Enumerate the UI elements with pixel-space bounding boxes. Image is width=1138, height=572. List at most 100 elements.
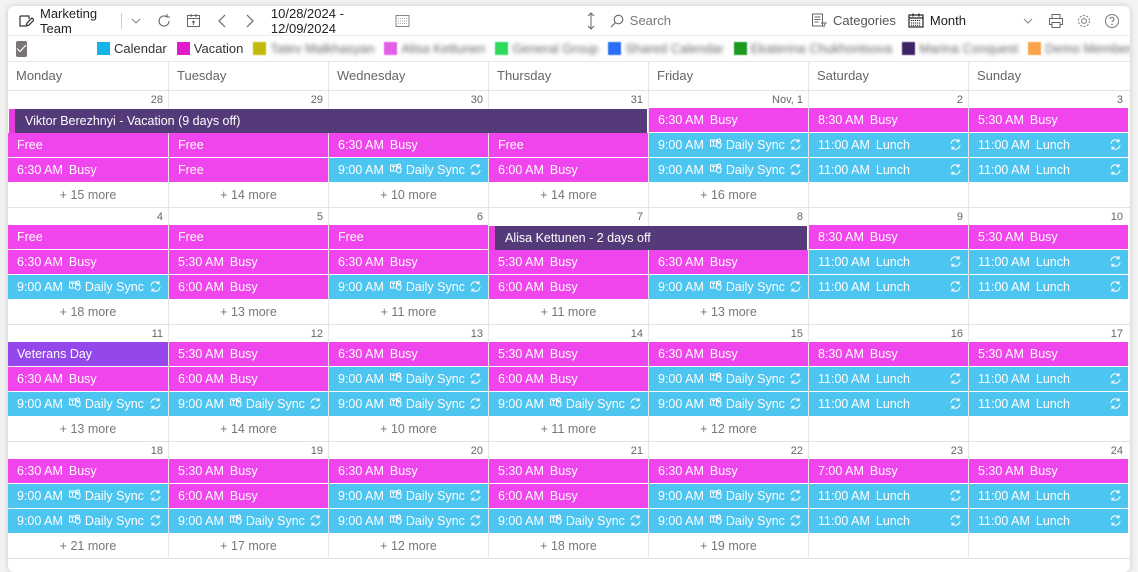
busy-event[interactable]: 6:00 AM Busy xyxy=(489,158,648,182)
day-cell[interactable]: 18 6:30 AM Busy 9:00 AM Daily Sync 9:00 AM Dai… xyxy=(8,442,168,558)
day-cell[interactable]: 2 8:30 AM Busy 11:00 AM Lunch 11:00 AM Lunch xyxy=(808,91,968,207)
more-events-link[interactable]: + 14 more xyxy=(489,183,648,207)
busy-event[interactable]: 6:30 AM Busy xyxy=(329,133,488,157)
busy-event[interactable]: 6:00 AM Busy xyxy=(489,484,648,508)
meeting-event[interactable]: 11:00 AM Lunch xyxy=(809,509,968,533)
legend-item[interactable]: Tatev Malkhasyan xyxy=(253,41,374,56)
busy-event[interactable]: 6:30 AM Busy xyxy=(329,342,488,366)
meeting-event[interactable]: 11:00 AM Lunch xyxy=(809,367,968,391)
meeting-event[interactable]: 11:00 AM Lunch xyxy=(969,484,1128,508)
meeting-event[interactable]: 9:00 AM Daily Sync xyxy=(649,392,808,416)
busy-event[interactable]: 6:30 AM Busy xyxy=(329,459,488,483)
busy-event[interactable]: 7:00 AM Busy xyxy=(809,459,968,483)
chevron-down-icon[interactable] xyxy=(130,15,142,27)
more-events-link[interactable]: + 14 more xyxy=(169,417,328,441)
next-icon[interactable] xyxy=(245,14,255,28)
legend-item[interactable]: Marina Conquest xyxy=(902,41,1018,56)
busy-event[interactable]: 6:30 AM Busy xyxy=(649,342,808,366)
legend-item[interactable]: Demo Members xyxy=(1028,41,1130,56)
meeting-event[interactable]: 11:00 AM Lunch xyxy=(809,158,968,182)
select-all-checkbox[interactable] xyxy=(16,40,27,57)
more-events-link[interactable]: + 13 more xyxy=(8,417,168,441)
legend-item[interactable]: Ekaterina Chukhontsova xyxy=(733,41,892,56)
busy-event[interactable]: 5:30 AM Busy xyxy=(969,342,1128,366)
busy-event[interactable]: 6:00 AM Busy xyxy=(169,275,328,299)
more-events-link[interactable]: + 18 more xyxy=(8,300,168,324)
meeting-event[interactable]: 9:00 AM Daily Sync xyxy=(489,392,648,416)
more-events-link[interactable]: + 13 more xyxy=(649,300,808,324)
busy-event[interactable]: 6:30 AM Busy xyxy=(8,459,168,483)
meeting-event[interactable]: 9:00 AM Daily Sync xyxy=(649,275,808,299)
more-events-link[interactable]: + 21 more xyxy=(8,534,168,558)
meeting-event[interactable]: 9:00 AM Daily Sync xyxy=(329,484,488,508)
busy-event[interactable]: 5:30 AM Busy xyxy=(489,459,648,483)
meeting-event[interactable]: 9:00 AM Daily Sync xyxy=(649,158,808,182)
busy-event[interactable]: 6:00 AM Busy xyxy=(489,275,648,299)
busy-event[interactable]: 6:30 AM Busy xyxy=(329,250,488,274)
more-events-link[interactable]: + 10 more xyxy=(329,417,488,441)
day-cell[interactable]: 22 6:30 AM Busy 9:00 AM Daily Sync 9:00 AM Dai… xyxy=(648,442,808,558)
meeting-event[interactable]: 9:00 AM Daily Sync xyxy=(8,484,168,508)
more-events-link[interactable]: + 13 more xyxy=(169,300,328,324)
busy-event[interactable]: Free xyxy=(169,225,328,249)
meeting-event[interactable]: 9:00 AM Daily Sync xyxy=(329,509,488,533)
busy-event[interactable]: 5:30 AM Busy xyxy=(169,459,328,483)
meeting-event[interactable]: 9:00 AM Daily Sync xyxy=(489,509,648,533)
busy-event[interactable]: 6:30 AM Busy xyxy=(649,459,808,483)
more-events-link[interactable]: + 14 more xyxy=(169,183,328,207)
day-cell[interactable]: 20 6:30 AM Busy 9:00 AM Daily Sync 9:00 AM Dai… xyxy=(328,442,488,558)
meeting-event[interactable]: 11:00 AM Lunch xyxy=(969,392,1128,416)
expand-vertical-icon[interactable] xyxy=(586,11,596,30)
meeting-event[interactable]: 9:00 AM Daily Sync xyxy=(8,509,168,533)
legend-item[interactable]: Alisa Kettunen xyxy=(384,41,485,56)
more-events-link[interactable]: + 18 more xyxy=(489,534,648,558)
more-events-link[interactable]: + 12 more xyxy=(329,534,488,558)
more-events-link[interactable]: + 12 more xyxy=(649,417,808,441)
team-selector[interactable]: Marketing Team xyxy=(18,6,113,36)
date-range[interactable]: 10/28/2024 - 12/09/2024 xyxy=(271,6,389,36)
busy-event[interactable]: 5:30 AM Busy xyxy=(969,108,1128,132)
meeting-event[interactable]: 9:00 AM Daily Sync xyxy=(649,367,808,391)
more-events-link[interactable]: + 10 more xyxy=(329,183,488,207)
refresh-icon[interactable] xyxy=(156,13,172,29)
view-selector[interactable]: Month xyxy=(908,13,1034,28)
day-cell[interactable]: 9 8:30 AM Busy 11:00 AM Lunch 11:00 AM Lunch xyxy=(808,208,968,324)
more-events-link[interactable]: + 11 more xyxy=(329,300,488,324)
busy-event[interactable]: 5:30 AM Busy xyxy=(169,342,328,366)
meeting-event[interactable]: 9:00 AM Daily Sync xyxy=(649,133,808,157)
meeting-event[interactable]: 11:00 AM Lunch xyxy=(969,158,1128,182)
day-cell[interactable]: 3 5:30 AM Busy 11:00 AM Lunch 11:00 AM Lunch xyxy=(968,91,1128,207)
vacation-event[interactable]: Alisa Kettunen - 2 days off xyxy=(489,226,807,250)
meeting-event[interactable]: 11:00 AM Lunch xyxy=(809,133,968,157)
meeting-event[interactable]: 11:00 AM Lunch xyxy=(969,250,1128,274)
meeting-event[interactable]: 11:00 AM Lunch xyxy=(809,250,968,274)
day-cell[interactable]: 15 6:30 AM Busy 9:00 AM Daily Sync 9:00 AM Dai… xyxy=(648,325,808,441)
day-cell[interactable]: 5 Free 5:30 AM Busy 6:00 AM Busy + 13 more xyxy=(168,208,328,324)
legend-item[interactable]: Shared Calendar xyxy=(608,41,724,56)
today-icon[interactable] xyxy=(186,13,201,28)
busy-event[interactable]: 6:30 AM Busy xyxy=(8,250,168,274)
legend-item[interactable]: Calendar xyxy=(97,41,167,56)
more-events-link[interactable]: + 16 more xyxy=(649,183,808,207)
meeting-event[interactable]: 9:00 AM Daily Sync xyxy=(649,509,808,533)
more-events-link[interactable]: + 11 more xyxy=(489,417,648,441)
meeting-event[interactable]: 9:00 AM Daily Sync xyxy=(8,275,168,299)
print-icon[interactable] xyxy=(1048,13,1064,29)
day-cell[interactable]: 19 5:30 AM Busy 6:00 AM Busy 9:00 AM Daily Syn… xyxy=(168,442,328,558)
busy-event[interactable]: 5:30 AM Busy xyxy=(969,459,1128,483)
busy-event[interactable]: 6:30 AM Busy xyxy=(8,158,168,182)
meeting-event[interactable]: 9:00 AM Daily Sync xyxy=(169,509,328,533)
busy-event[interactable]: 8:30 AM Busy xyxy=(809,108,968,132)
meeting-event[interactable]: 11:00 AM Lunch xyxy=(969,133,1128,157)
busy-event[interactable]: 5:30 AM Busy xyxy=(969,225,1128,249)
more-events-link[interactable]: + 17 more xyxy=(169,534,328,558)
busy-event[interactable]: 8:30 AM Busy xyxy=(809,225,968,249)
busy-event[interactable]: Free xyxy=(489,133,648,157)
day-cell[interactable]: 23 7:00 AM Busy 11:00 AM Lunch 11:00 AM Lunch xyxy=(808,442,968,558)
busy-event[interactable]: Free xyxy=(169,158,328,182)
meeting-event[interactable]: 11:00 AM Lunch xyxy=(969,367,1128,391)
meeting-event[interactable]: 9:00 AM Daily Sync xyxy=(8,392,168,416)
legend-item[interactable]: Vacation xyxy=(176,41,243,56)
calendar-picker-icon[interactable] xyxy=(395,14,410,28)
settings-gear-icon[interactable] xyxy=(1076,13,1092,29)
